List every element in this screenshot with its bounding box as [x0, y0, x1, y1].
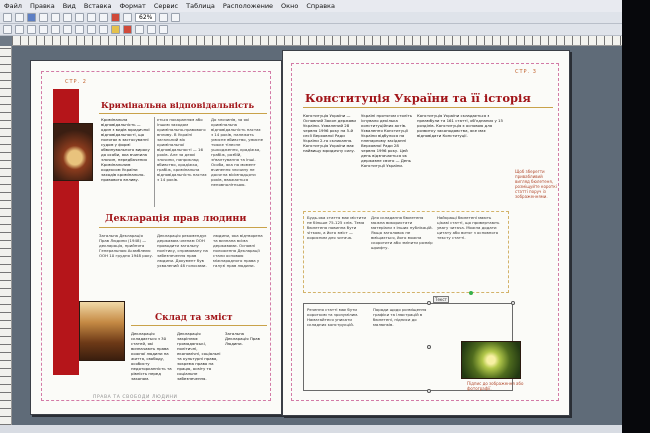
text-column[interactable]: Для складання бюлетеня можна використати… [371, 215, 433, 289]
coffee-photo[interactable] [53, 123, 93, 181]
heading-constitution[interactable]: Конституція України та її історія [305, 91, 531, 105]
horizontal-ruler[interactable] [12, 36, 622, 46]
heading-criminal-liability[interactable]: Кримінальна відповідальність [101, 101, 254, 111]
heading-rule [99, 113, 267, 114]
menu-file[interactable]: Файл [4, 2, 22, 10]
new-icon[interactable] [3, 13, 12, 22]
text-column[interactable]: Україні протягом століть існувало декіль… [361, 113, 413, 205]
resize-handle[interactable] [511, 301, 515, 305]
heading-rule [303, 107, 553, 108]
standard-toolbar: 62% [0, 12, 622, 24]
text-column[interactable]: людини, яка відтворена та визнана всіма … [213, 233, 265, 295]
columns-icon[interactable] [123, 13, 132, 22]
menu-arrange[interactable]: Расположение [223, 2, 273, 10]
insert-table-icon[interactable] [111, 13, 120, 22]
resize-handle[interactable] [427, 389, 431, 393]
page-number: СТР. 2 [65, 79, 87, 85]
italic-icon[interactable] [15, 25, 24, 34]
justify-icon[interactable] [75, 25, 84, 34]
line-style-icon[interactable] [135, 25, 144, 34]
text-column[interactable]: Загальна Декларація Прав Людини. [225, 331, 265, 389]
save-icon[interactable] [27, 13, 36, 22]
cut-icon[interactable] [51, 13, 60, 22]
right-page: СТР. 3 Конституція України та її історія… [282, 50, 570, 416]
menu-window[interactable]: Окно [281, 2, 298, 10]
column-divider [154, 117, 155, 207]
text-column[interactable]: Декларація складається з 30 статей, які … [131, 331, 173, 389]
sidebar-note[interactable]: Щоб зберегти привабливий вигляд бюлетеня… [515, 169, 557, 279]
vertical-ruler[interactable] [0, 46, 12, 433]
underline-icon[interactable] [27, 25, 36, 34]
text-column[interactable]: Загальна Декларація Прав Людини (1948) —… [99, 233, 153, 295]
bold-icon[interactable] [3, 25, 12, 34]
menu-help[interactable]: Справка [306, 2, 335, 10]
text-column[interactable]: Речення статті має бути коротким та зроз… [307, 307, 365, 387]
shadow-icon[interactable] [147, 25, 156, 34]
screen: Файл Правка Вид Вставка Формат Сервис Та… [0, 0, 622, 433]
text-column[interactable]: Декларація закріплює громадянські, політ… [177, 331, 221, 389]
paste-icon[interactable] [75, 13, 84, 22]
print-icon[interactable] [39, 13, 48, 22]
align-right-icon[interactable] [63, 25, 72, 34]
text-column[interactable]: До злочинів, за які кримінальна відповід… [211, 117, 263, 207]
copy-icon[interactable] [63, 13, 72, 22]
heading-composition[interactable]: Склад та зміст [155, 313, 233, 323]
page-number: СТР. 3 [515, 69, 537, 75]
status-bar [0, 425, 622, 433]
undo-icon[interactable] [87, 13, 96, 22]
font-color-icon[interactable] [123, 25, 132, 34]
text-column[interactable]: ється покаранням або іншим заходом кримі… [157, 117, 207, 207]
resize-handle[interactable] [427, 301, 431, 305]
text-column[interactable]: Будь-яка стаття має містити не більше 75… [307, 215, 367, 289]
document-workspace: СТР. 2 Кримінальна відповідальність Крим… [12, 46, 622, 425]
text-column[interactable]: Декларація рекомендує державам-членам ОО… [157, 233, 209, 295]
flower-photo[interactable] [461, 341, 521, 379]
menu-format[interactable]: Формат [119, 2, 145, 10]
align-left-icon[interactable] [39, 25, 48, 34]
text-column[interactable]: Конституція України — Основний Закон дер… [303, 113, 357, 205]
text-column[interactable]: Найкращі бюлетені мають цікаві статті, щ… [437, 215, 503, 289]
zoom-in-icon[interactable] [159, 13, 169, 22]
redo-icon[interactable] [99, 13, 108, 22]
left-page: СТР. 2 Кримінальна відповідальність Крим… [30, 60, 282, 415]
menu-view[interactable]: Вид [63, 2, 76, 10]
menu-edit[interactable]: Правка [30, 2, 55, 10]
zoom-select[interactable]: 62% [135, 13, 157, 22]
text-box-tag[interactable]: Текст [433, 296, 449, 303]
open-icon[interactable] [15, 13, 24, 22]
heading-human-rights-declaration[interactable]: Декларація прав людини [105, 213, 246, 224]
formatting-toolbar [0, 24, 622, 36]
image-caption: Підпис до зображення або фотографії. [467, 381, 524, 391]
3d-icon[interactable] [159, 25, 168, 34]
fill-color-icon[interactable] [111, 25, 120, 34]
heading-rule [99, 227, 267, 228]
bullets-icon[interactable] [99, 25, 108, 34]
align-center-icon[interactable] [51, 25, 60, 34]
menu-tools[interactable]: Сервис [154, 2, 178, 10]
text-column[interactable]: Кримінальна відповідальність — один з ви… [101, 117, 151, 207]
menu-insert[interactable]: Вставка [84, 2, 112, 10]
help-icon[interactable] [171, 13, 181, 22]
numbering-icon[interactable] [87, 25, 96, 34]
archway-photo[interactable] [79, 301, 125, 361]
monitor-bezel [622, 0, 650, 433]
text-column[interactable]: Поради щодо розміщення графіки та ілюстр… [373, 307, 429, 387]
page-footer: ПРАВА ТА СВОБОДИ ЛЮДИНИ [93, 395, 178, 400]
text-column[interactable]: Конституція України складається з преамб… [417, 113, 509, 181]
menu-bar: Файл Правка Вид Вставка Формат Сервис Та… [0, 0, 622, 12]
heading-rule [131, 325, 267, 326]
menu-table[interactable]: Таблица [186, 2, 215, 10]
rotate-handle[interactable] [469, 291, 473, 295]
